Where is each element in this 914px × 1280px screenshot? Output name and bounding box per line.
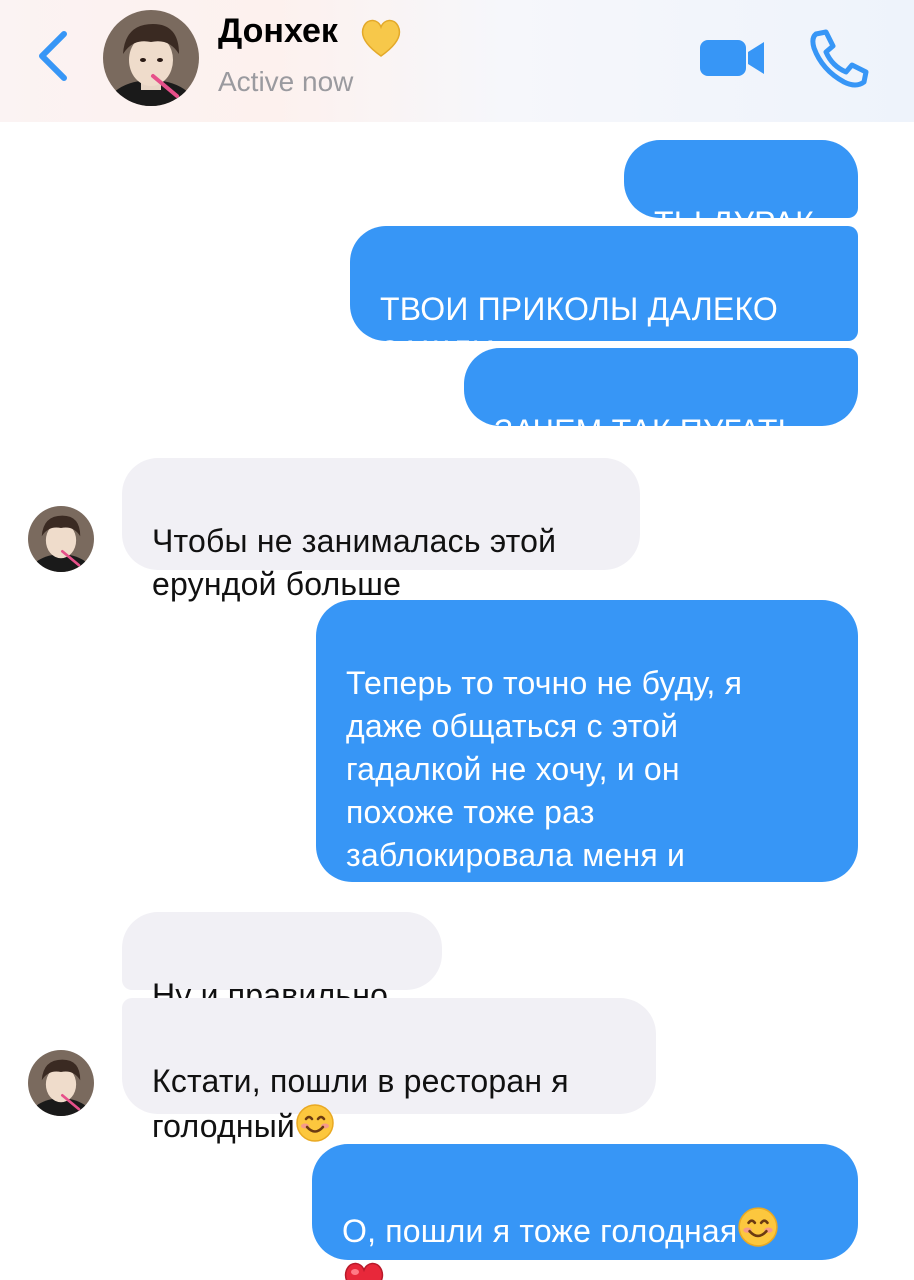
contact-avatar[interactable]: [103, 10, 199, 106]
phone-icon: [810, 29, 869, 88]
smiling-face-icon: [295, 1103, 335, 1154]
red-heart-icon: [342, 1259, 386, 1280]
message-incoming[interactable]: Ну и правильно: [122, 912, 442, 1013]
contact-avatar-small[interactable]: [28, 506, 94, 572]
message-outgoing[interactable]: О, пошли я тоже голодная: [312, 1144, 858, 1280]
contact-name: Донхек: [218, 12, 338, 50]
message-text: Чтобы не занималась этой ерундой больше: [152, 523, 557, 602]
message-incoming[interactable]: Кстати, пошли в ресторан я голодный: [122, 998, 656, 1144]
message-text: ЗАЧЕМ ТАК ПУГАТЬ: [494, 413, 799, 449]
message-outgoing[interactable]: ТЫ ДУРАК: [624, 140, 858, 241]
message-text: Теперь то точно не буду, я даже общаться…: [346, 665, 782, 916]
chevron-left-icon: [39, 31, 67, 81]
message-outgoing[interactable]: Теперь то точно не буду, я даже общаться…: [316, 600, 858, 916]
message-outgoing[interactable]: ЗАЧЕМ ТАК ПУГАТЬ: [464, 348, 858, 449]
message-text: Кстати, пошли в ресторан я голодный: [152, 1063, 569, 1144]
yellow-heart-icon: [358, 14, 404, 60]
active-status: Active now: [218, 66, 354, 97]
back-button[interactable]: [30, 28, 80, 84]
video-call-button[interactable]: [700, 36, 766, 80]
smiling-face-icon: [737, 1206, 779, 1259]
message-text: О, пошли я тоже голодная: [342, 1213, 738, 1249]
video-camera-icon: [700, 40, 764, 76]
chat-header: Донхек Active now: [0, 0, 914, 122]
voice-call-button[interactable]: [806, 28, 870, 88]
message-incoming[interactable]: Чтобы не занималась этой ерундой больше: [122, 458, 640, 602]
message-outgoing[interactable]: ТВОИ ПРИКОЛЫ ДАЛЕКО ЗАШЛИ: [350, 226, 858, 370]
contact-avatar-small[interactable]: [28, 1050, 94, 1116]
